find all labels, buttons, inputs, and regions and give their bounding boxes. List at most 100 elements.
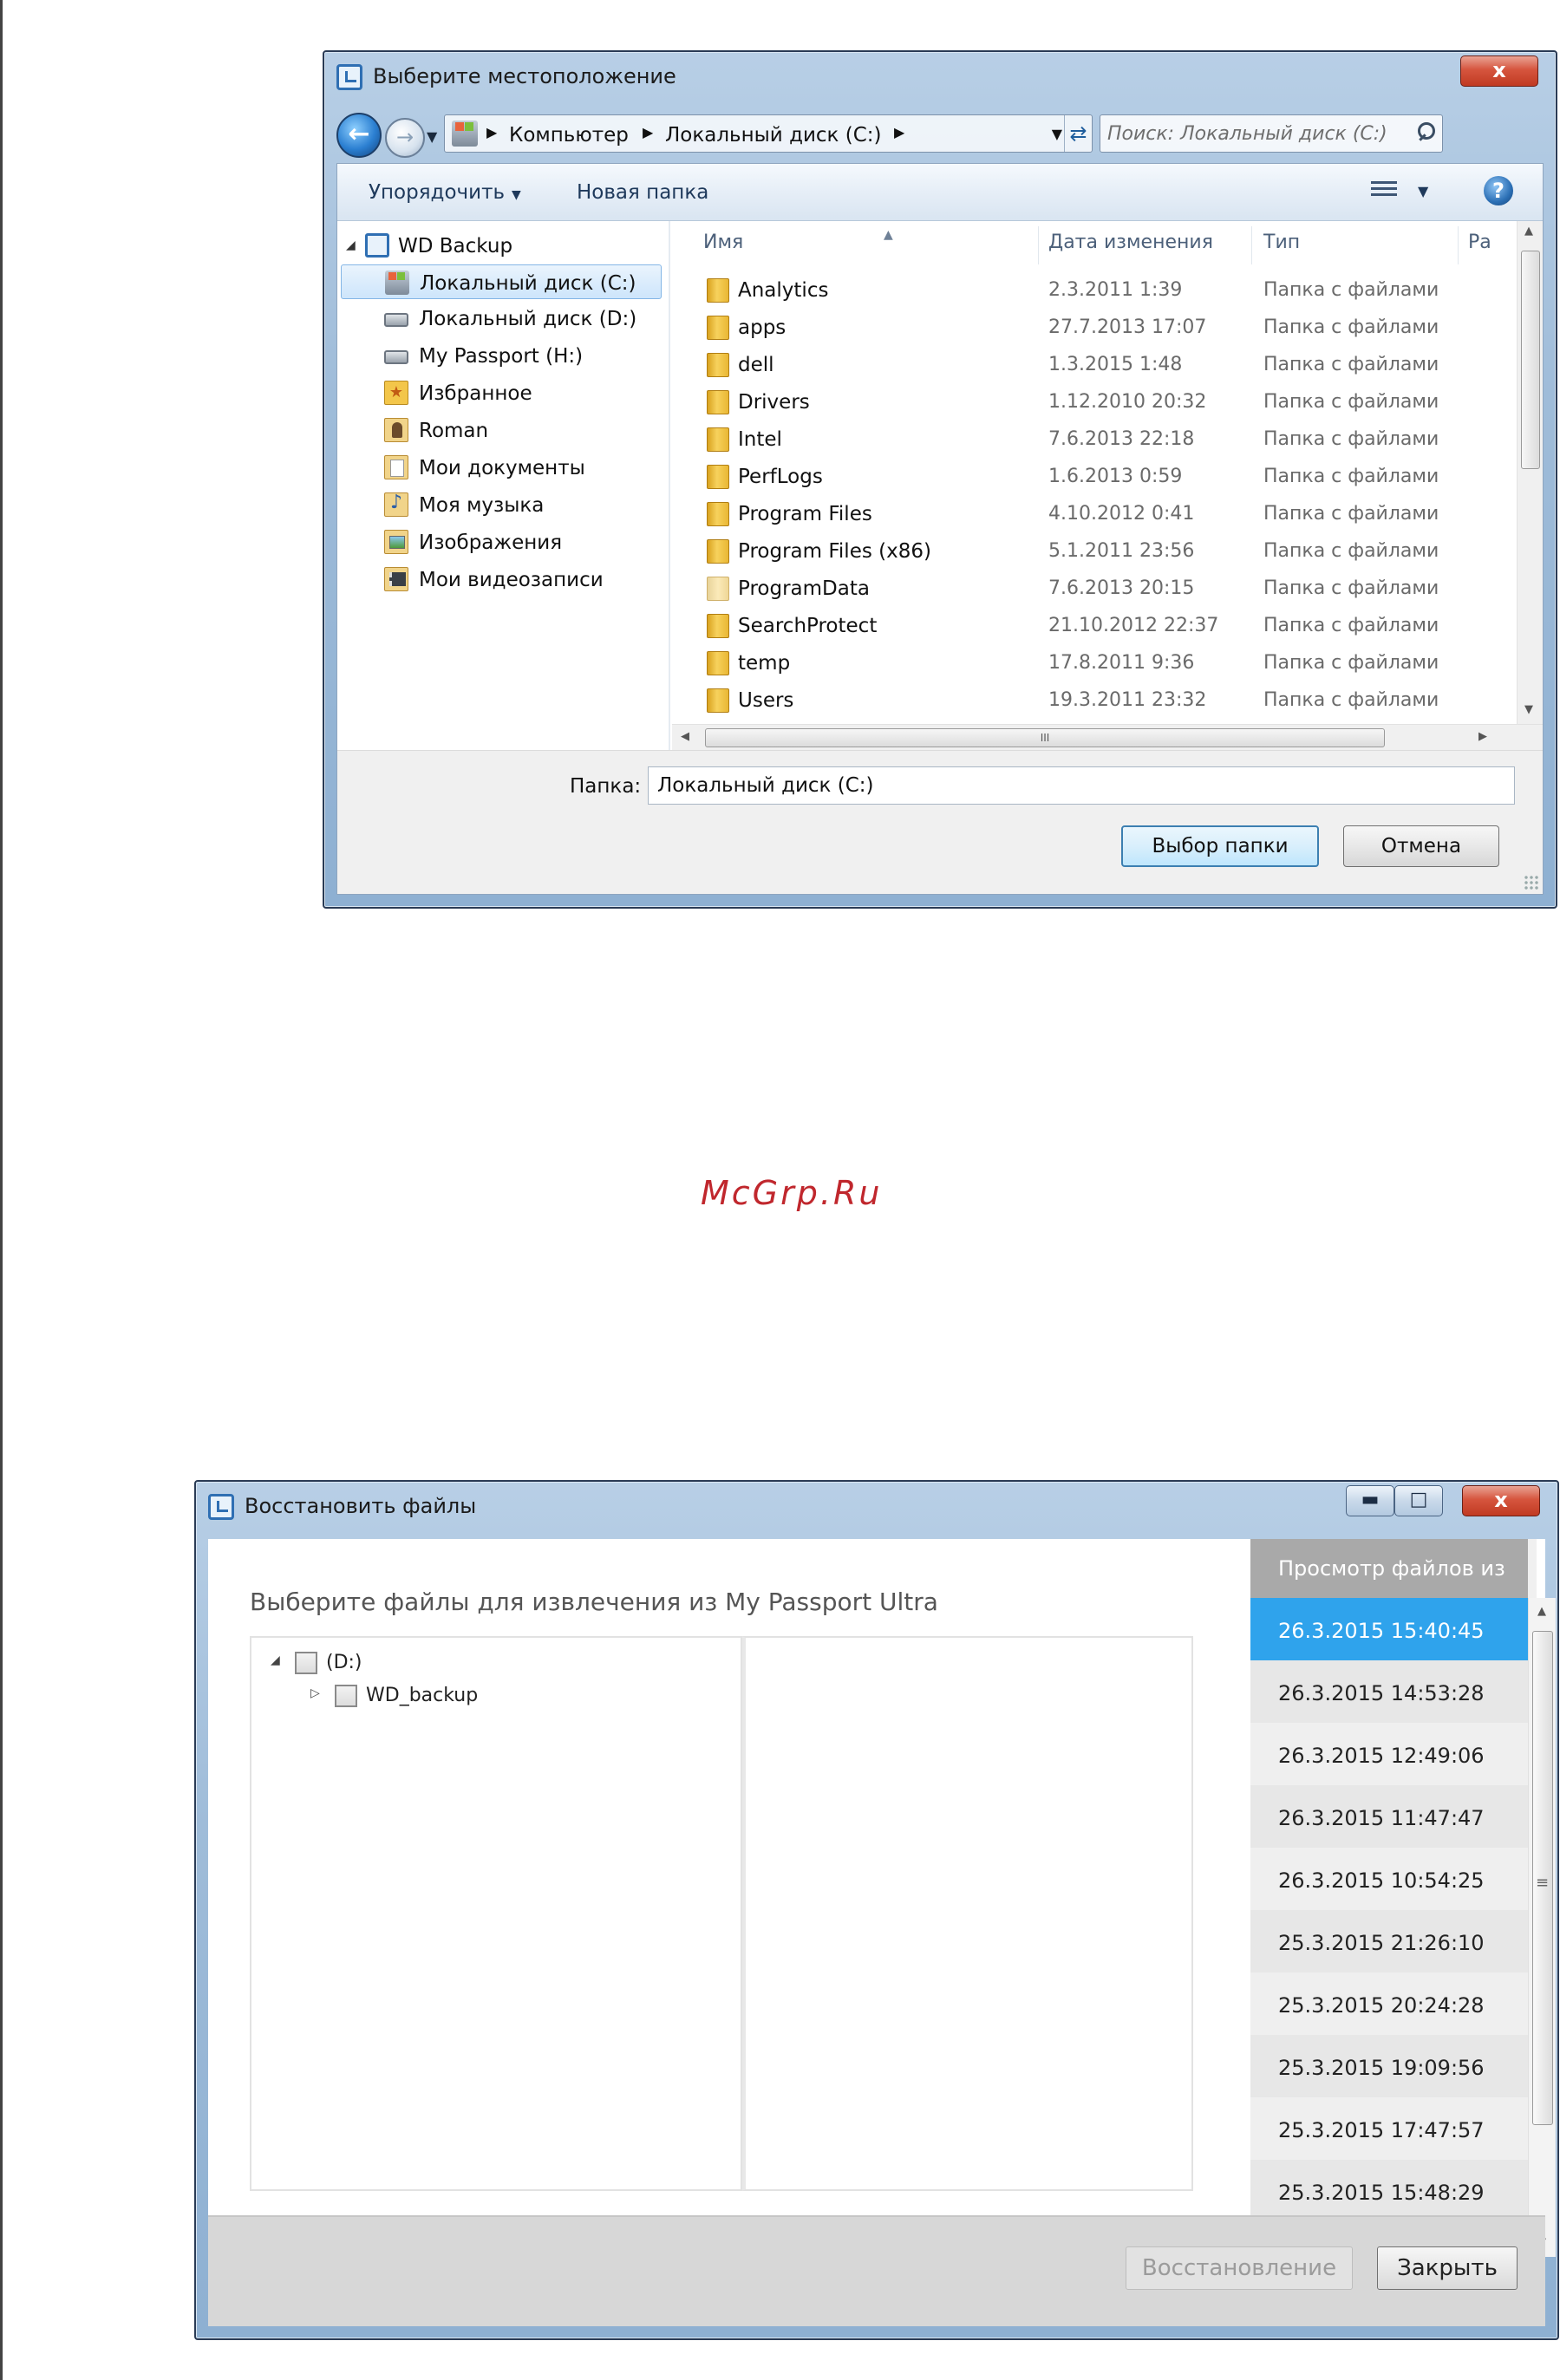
vertical-scrollbar[interactable]: ▲ ≡ ▼ <box>1528 1598 1556 2257</box>
file-row[interactable]: PerfLogs 1.6.2013 0:59 Папка с файлами <box>672 458 1505 495</box>
close-button[interactable]: x <box>1462 1485 1540 1516</box>
help-icon[interactable]: ? <box>1484 176 1513 205</box>
forward-button[interactable]: → <box>385 118 425 158</box>
tree-expanded-icon[interactable]: ◢ <box>271 1653 280 1667</box>
list-item[interactable]: 25.3.2015 17:47:57 <box>1250 2097 1528 2160</box>
file-row[interactable]: Analytics 2.3.2011 1:39 Папка с файлами <box>672 271 1505 309</box>
nav-item-my-passport[interactable]: My Passport (H:) <box>337 338 658 373</box>
list-item[interactable]: 26.3.2015 14:53:28 <box>1250 1660 1528 1723</box>
view-options-icon[interactable] <box>1371 181 1397 202</box>
nav-item-favorites[interactable]: ★ Избранное <box>337 375 658 410</box>
list-item[interactable]: 26.3.2015 12:49:06 <box>1250 1723 1528 1785</box>
close-dialog-button[interactable]: Закрыть <box>1377 2246 1518 2290</box>
file-date: 2.3.2011 1:39 <box>1048 279 1183 301</box>
resize-grip[interactable] <box>1524 875 1539 890</box>
chevron-right-icon[interactable]: ▶ <box>894 124 904 140</box>
list-item[interactable]: 25.3.2015 19:09:56 <box>1250 2035 1528 2097</box>
refresh-button[interactable]: ⇄ <box>1064 115 1092 152</box>
column-divider[interactable] <box>1251 226 1252 264</box>
vertical-scrollbar[interactable]: ▲ ▼ <box>1517 221 1543 724</box>
scrollbar-thumb[interactable] <box>1521 251 1540 469</box>
file-preview-panel <box>742 1636 1193 2191</box>
folder-field[interactable] <box>648 766 1515 805</box>
list-item[interactable]: 25.3.2015 21:26:10 <box>1250 1910 1528 1972</box>
nav-item-my-videos[interactable]: Мои видеозаписи <box>337 562 658 597</box>
file-row[interactable]: apps 27.7.2013 17:07 Папка с файлами <box>672 309 1505 346</box>
tree-collapsed-icon[interactable]: ▷ <box>310 1686 320 1700</box>
scrollbar-thumb[interactable]: III <box>705 728 1385 747</box>
list-item[interactable]: 26.3.2015 11:47:47 <box>1250 1785 1528 1848</box>
new-folder-button[interactable]: Новая папка <box>577 181 708 204</box>
file-row[interactable]: temp 17.8.2011 9:36 Папка с файлами <box>672 644 1505 681</box>
cancel-button[interactable]: Отмена <box>1343 825 1499 867</box>
tree-expanded-icon[interactable]: ◢ <box>346 238 356 252</box>
horizontal-scrollbar[interactable]: ◀ III ▶ <box>672 724 1543 750</box>
column-header-name[interactable]: Имя ▲ <box>703 228 893 253</box>
folder-icon <box>707 688 729 713</box>
restore-button[interactable]: Восстановление <box>1126 2246 1353 2290</box>
file-name: apps <box>738 316 787 339</box>
file-row[interactable]: Drivers 1.12.2010 20:32 Папка с файлами <box>672 383 1505 421</box>
back-button[interactable]: ← <box>336 113 382 158</box>
file-date: 1.12.2010 20:32 <box>1048 391 1207 413</box>
file-row[interactable]: Program Files (x86) 5.1.2011 23:56 Папка с… <box>672 532 1505 570</box>
file-row[interactable]: ProgramData 7.6.2013 20:15 Папка с файлами <box>672 570 1505 607</box>
file-row[interactable]: Intel 7.6.2013 22:18 Папка с файлами <box>672 421 1505 458</box>
address-dropdown[interactable]: ▼ <box>1052 126 1062 142</box>
search-icon[interactable] <box>1416 122 1435 141</box>
file-date: 5.1.2011 23:56 <box>1048 540 1195 562</box>
scroll-right-icon[interactable]: ▶ <box>1478 730 1487 743</box>
minimize-button[interactable]: ▬ <box>1346 1485 1394 1516</box>
column-divider[interactable] <box>1038 226 1039 264</box>
file-type: Папка с файлами <box>1263 391 1439 413</box>
view-options-dropdown[interactable]: ▼ <box>1418 183 1428 199</box>
folder-icon <box>707 278 729 303</box>
file-row[interactable]: Users 19.3.2011 23:32 Папка с файлами <box>672 681 1505 719</box>
select-folder-button[interactable]: Выбор папки <box>1121 825 1319 867</box>
breadcrumb-local-disk-c[interactable]: Локальный диск (C:) <box>665 124 882 147</box>
file-row[interactable]: Program Files 4.10.2012 0:41 Папка с файла… <box>672 495 1505 532</box>
maximize-button[interactable]: □ <box>1394 1485 1443 1516</box>
scroll-up-icon[interactable]: ▲ <box>1537 1605 1546 1618</box>
search-input[interactable] <box>1107 121 1402 147</box>
address-bar[interactable]: ▶ Компьютер ▶ Локальный диск (C:) ▶ ▼ ⇄ <box>444 114 1093 153</box>
list-item[interactable]: 25.3.2015 15:48:29 <box>1250 2160 1528 2222</box>
restore-files-dialog: Восстановить файлы ▬ □ x Выберите файлы … <box>194 1480 1559 2340</box>
scroll-down-icon[interactable]: ▼ <box>1524 703 1533 716</box>
nav-item-local-disk-c[interactable]: Локальный диск (C:) <box>341 264 662 299</box>
chevron-right-icon[interactable]: ▶ <box>643 124 653 140</box>
title-bar: Восстановить файлы ▬ □ x <box>196 1482 1557 1530</box>
checkbox[interactable] <box>335 1685 357 1707</box>
nav-item-my-music[interactable]: Моя музыка <box>337 487 658 522</box>
nav-item-my-documents[interactable]: Мои документы <box>337 450 658 485</box>
file-row[interactable]: dell 1.3.2015 1:48 Папка с файлами <box>672 346 1505 383</box>
pane-splitter[interactable] <box>669 221 670 750</box>
tree-node-label: (D:) <box>326 1652 362 1673</box>
organize-button[interactable]: Упорядочить ▼ <box>369 181 521 204</box>
nav-item-roman[interactable]: Roman <box>337 413 658 447</box>
nav-item-pictures[interactable]: Изображения <box>337 525 658 559</box>
file-name: Analytics <box>738 279 829 302</box>
file-type: Папка с файлами <box>1263 354 1439 375</box>
close-button[interactable]: x <box>1460 55 1538 87</box>
navigation-bar: ← → ▼ ▶ Компьютер ▶ Локальный диск (C:) … <box>336 109 1544 158</box>
file-date: 4.10.2012 0:41 <box>1048 503 1195 525</box>
nav-item-local-disk-d[interactable]: Локальный диск (D:) <box>337 301 658 336</box>
scroll-left-icon[interactable]: ◀ <box>681 730 689 743</box>
breadcrumb-computer[interactable]: Компьютер <box>509 124 629 147</box>
nav-item-wd-backup[interactable]: ◢ WD Backup <box>337 228 649 263</box>
user-folder-icon <box>384 418 408 442</box>
list-item[interactable]: 26.3.2015 15:40:45 <box>1250 1598 1528 1660</box>
column-header-type[interactable]: Тип <box>1263 231 1300 253</box>
scroll-up-icon[interactable]: ▲ <box>1524 225 1533 238</box>
column-divider[interactable] <box>1458 226 1459 264</box>
column-header-date[interactable]: Дата изменения <box>1048 231 1213 253</box>
column-header-size[interactable]: Ра <box>1468 231 1491 253</box>
list-item[interactable]: 26.3.2015 10:54:25 <box>1250 1848 1528 1910</box>
chevron-right-icon[interactable]: ▶ <box>486 124 497 140</box>
sidebar-title: Просмотр файлов из <box>1250 1539 1528 1598</box>
file-row[interactable]: SearchProtect 21.10.2012 22:37 Папка с фай… <box>672 607 1505 644</box>
list-item[interactable]: 25.3.2015 20:24:28 <box>1250 1972 1528 2035</box>
recent-pages-dropdown[interactable]: ▼ <box>427 128 437 145</box>
checkbox[interactable] <box>295 1652 317 1674</box>
